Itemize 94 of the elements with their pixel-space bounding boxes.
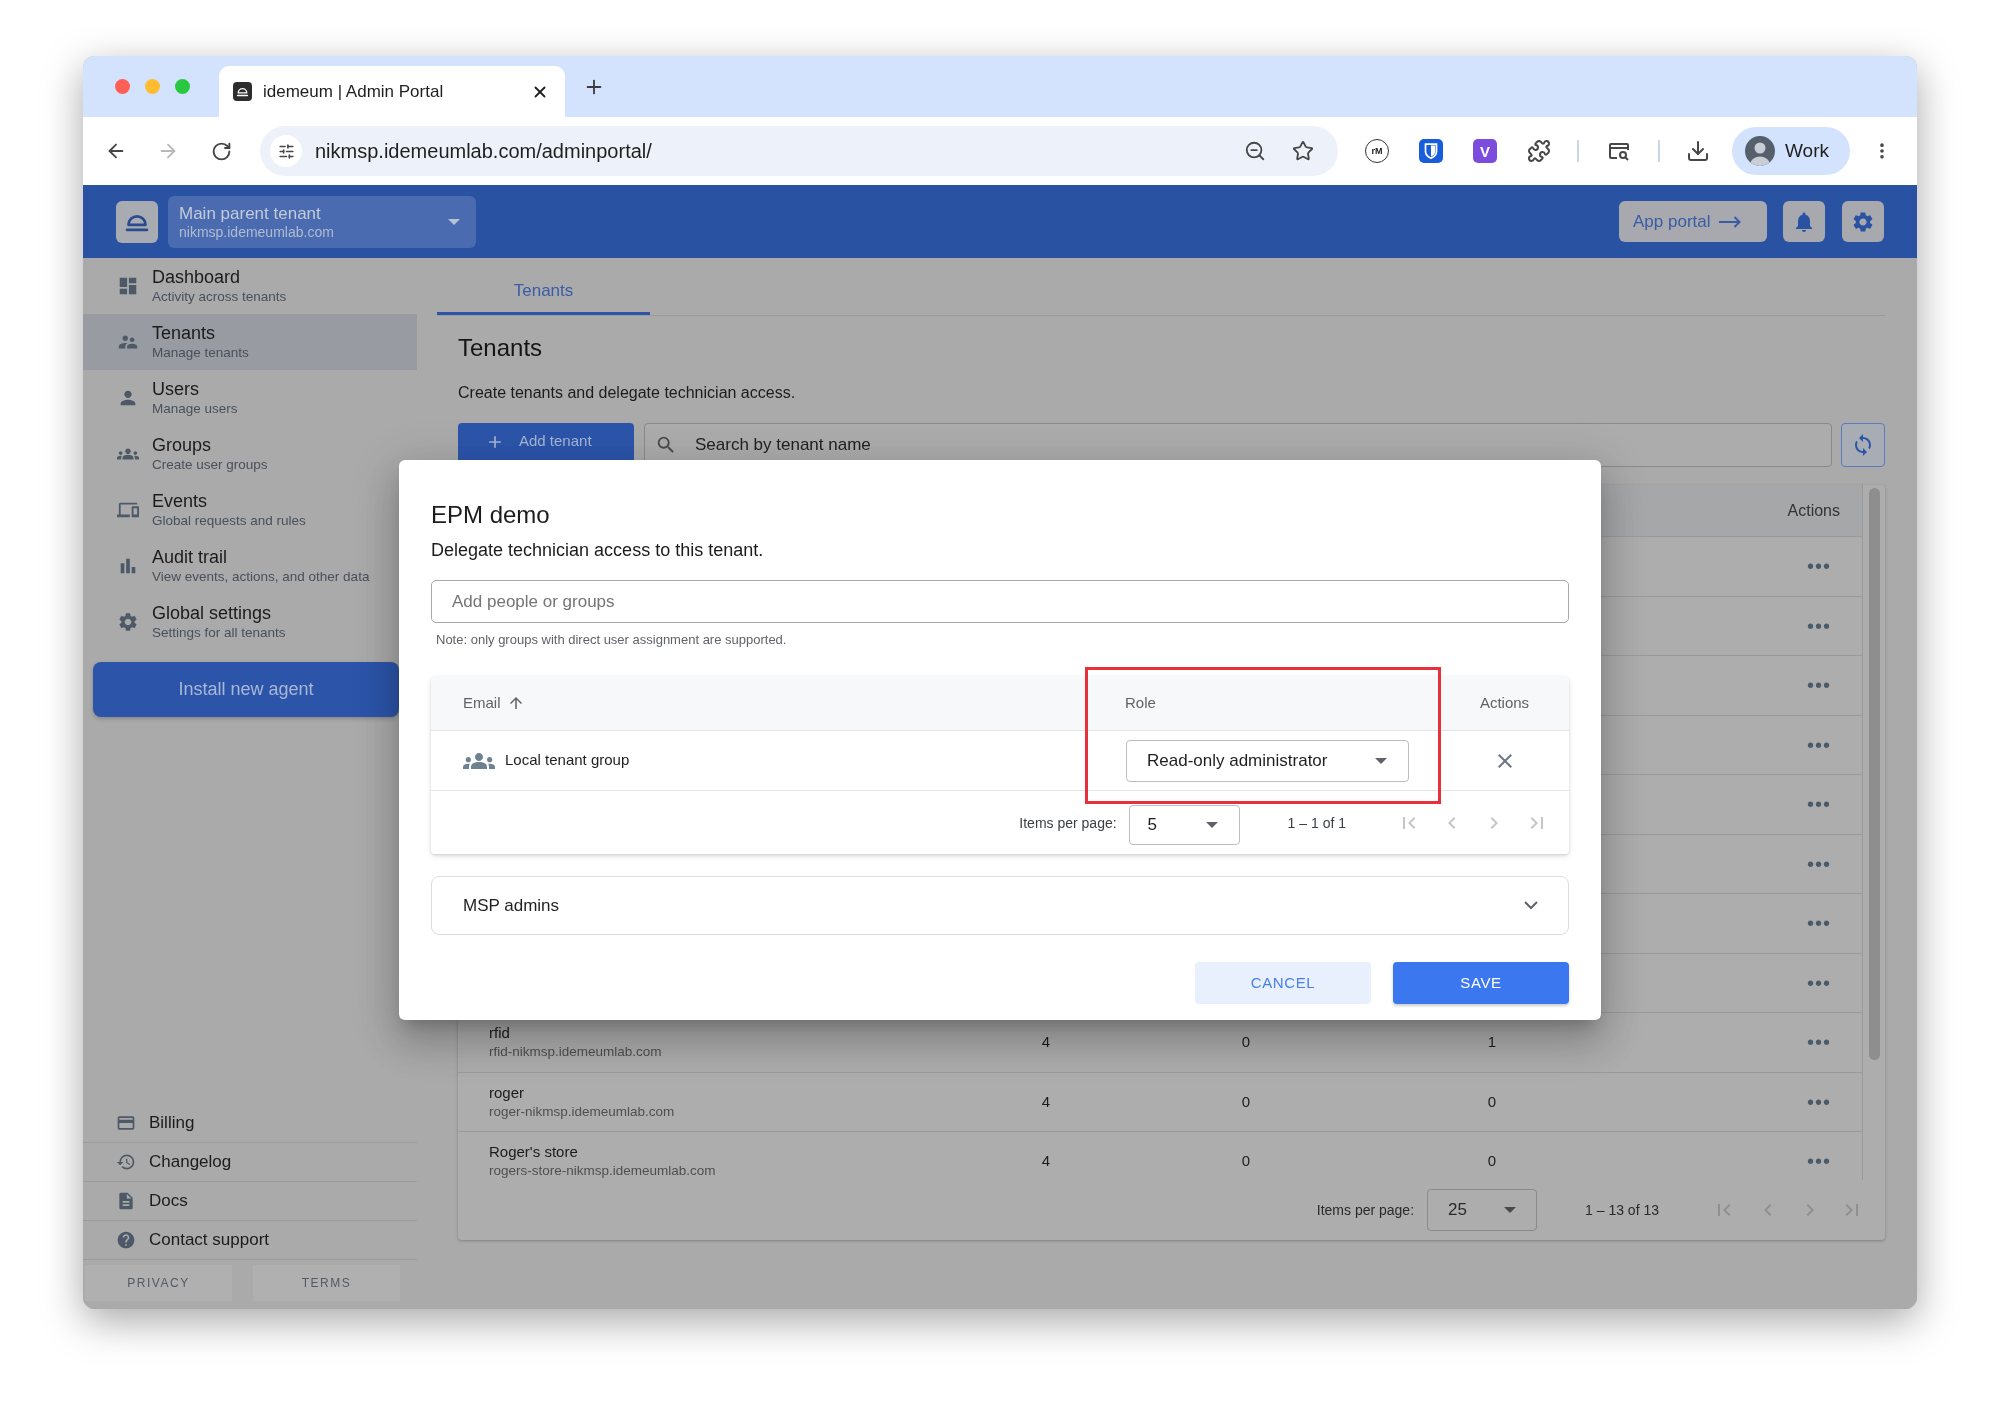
save-button[interactable]: SAVE [1393, 962, 1569, 1004]
role-select[interactable]: Read-only administrator [1126, 739, 1409, 782]
dialog-subtitle: Delegate technician access to this tenant. [431, 539, 764, 562]
site-settings-icon[interactable] [270, 135, 302, 167]
more-button[interactable]: ••• [1807, 1032, 1831, 1053]
tenant-selector[interactable]: Main parent tenant nikmsp.idemeumlab.com [168, 195, 476, 248]
footer-link[interactable]: TERMS [253, 1265, 400, 1301]
number-text: 1 [1487, 1032, 1497, 1052]
history-icon [116, 1152, 136, 1172]
page-size-select[interactable]: 25 [1427, 1189, 1538, 1231]
arrow-right-icon [1718, 215, 1741, 228]
document-icon [116, 1191, 136, 1211]
sidebar-link[interactable]: Docs [83, 1182, 417, 1221]
caret-icon [1375, 757, 1387, 764]
bookmark-star-icon[interactable] [1292, 140, 1314, 162]
member-name: Local tenant group [505, 750, 630, 771]
puzzle-icon[interactable] [1527, 139, 1551, 163]
caret-icon [1205, 822, 1218, 828]
settings-button[interactable] [1842, 201, 1884, 242]
close-window-button[interactable] [115, 79, 130, 94]
column-header: Actions [1479, 692, 1530, 713]
number-text: 0 [1241, 1091, 1251, 1112]
number-text: 0 [1241, 1032, 1251, 1052]
help-icon [116, 1230, 136, 1250]
more-button[interactable]: ••• [1807, 1151, 1831, 1172]
page-range: 1 – 1 of 1 [1287, 815, 1346, 831]
pagination-label: Items per page: [1316, 1200, 1415, 1220]
page-title: Tenants [458, 333, 543, 363]
page-description: Create tenants and delegate technician access. [458, 383, 796, 403]
extension-button[interactable]: V [1473, 139, 1497, 163]
settings-icon [1851, 209, 1875, 234]
zoom-window-button[interactable] [175, 79, 190, 94]
more-button[interactable]: ••• [1807, 853, 1831, 874]
zoom-out-icon[interactable] [1244, 140, 1266, 162]
logo-icon [116, 200, 158, 243]
browser-tab[interactable]: idemeum | Admin Portal [219, 66, 565, 117]
profile-button[interactable]: Work [1732, 127, 1850, 175]
more-button[interactable]: ••• [1807, 913, 1831, 934]
number-text: 4 [1041, 1032, 1051, 1052]
number-text: 4 [1041, 1091, 1051, 1112]
tenant-name: Roger's store [489, 1143, 578, 1162]
tenant-name: Main parent tenant [179, 202, 321, 224]
favicon-icon [233, 82, 252, 101]
more-button[interactable]: ••• [1807, 734, 1831, 755]
tenant-domain: nikmsp.idemeumlab.com [179, 223, 334, 241]
sidebar-link[interactable]: Billing [83, 1104, 417, 1143]
more-button[interactable]: ••• [1807, 615, 1831, 636]
cancel-button[interactable]: CANCEL [1195, 962, 1371, 1004]
add-people-field[interactable]: Add people or groups [431, 580, 1569, 623]
note-text: Note: only groups with direct user assignment are supported. [436, 632, 787, 648]
install-agent-button[interactable]: Install new agent [93, 662, 399, 717]
reload-icon[interactable] [211, 140, 232, 162]
number-text: 4 [1041, 1151, 1051, 1171]
more-button[interactable]: ••• [1807, 1091, 1831, 1112]
add-tenant-button[interactable]: Add tenant [458, 423, 634, 460]
footer-link[interactable]: PRIVACY [85, 1265, 232, 1301]
number-text: 0 [1487, 1091, 1497, 1112]
address-bar[interactable]: nikmsp.idemeumlab.com/adminportal/ [260, 126, 1338, 176]
expansion-panel[interactable]: MSP admins [431, 876, 1569, 935]
dialog-title: EPM demo [431, 500, 550, 530]
tenant-name: roger [489, 1083, 525, 1102]
number-text: 0 [1241, 1151, 1251, 1171]
shield-icon[interactable] [1419, 139, 1443, 163]
column-header: Email [463, 692, 501, 713]
number-text: 0 [1487, 1151, 1497, 1171]
refresh-button[interactable] [1841, 423, 1885, 467]
column-header: Actions [1787, 500, 1840, 521]
tenant-domain: rfid-nikmsp.idemeumlab.com [489, 1044, 662, 1061]
more-button[interactable]: ••• [1807, 556, 1831, 577]
sidebar-item[interactable]: Tenants Manage tenants [83, 314, 417, 370]
caret-icon [448, 218, 460, 225]
sidebar-link[interactable]: Changelog [83, 1143, 417, 1182]
notifications-button[interactable] [1783, 201, 1825, 242]
caret-icon [1504, 1207, 1517, 1213]
tenant-domain: rogers-store-nikmsp.idemeumlab.com [489, 1163, 716, 1180]
app-portal-button[interactable]: App portal [1619, 201, 1767, 242]
download-icon[interactable] [1686, 139, 1710, 163]
dashboard-icon [117, 275, 139, 297]
tenant-name: rfid [489, 1024, 510, 1043]
avatar-icon [1745, 136, 1775, 166]
scrollbar[interactable] [1868, 488, 1880, 1060]
page-range: 1 – 13 of 13 [1585, 1200, 1659, 1220]
pagination-label: Items per page: [1019, 815, 1117, 831]
tenant-domain: roger-nikmsp.idemeumlab.com [489, 1103, 675, 1120]
tab[interactable]: Tenants [437, 270, 650, 315]
page-size-select[interactable]: 5 [1128, 805, 1240, 845]
card-icon [116, 1113, 136, 1133]
settings-icon [117, 611, 139, 633]
more-button[interactable]: ••• [1807, 675, 1831, 696]
search-icon [655, 434, 677, 456]
column-header: Role [1125, 692, 1156, 713]
more-button[interactable]: ••• [1807, 794, 1831, 815]
sidebar-link[interactable]: Contact support [83, 1221, 417, 1260]
more-button[interactable]: ••• [1807, 972, 1831, 993]
